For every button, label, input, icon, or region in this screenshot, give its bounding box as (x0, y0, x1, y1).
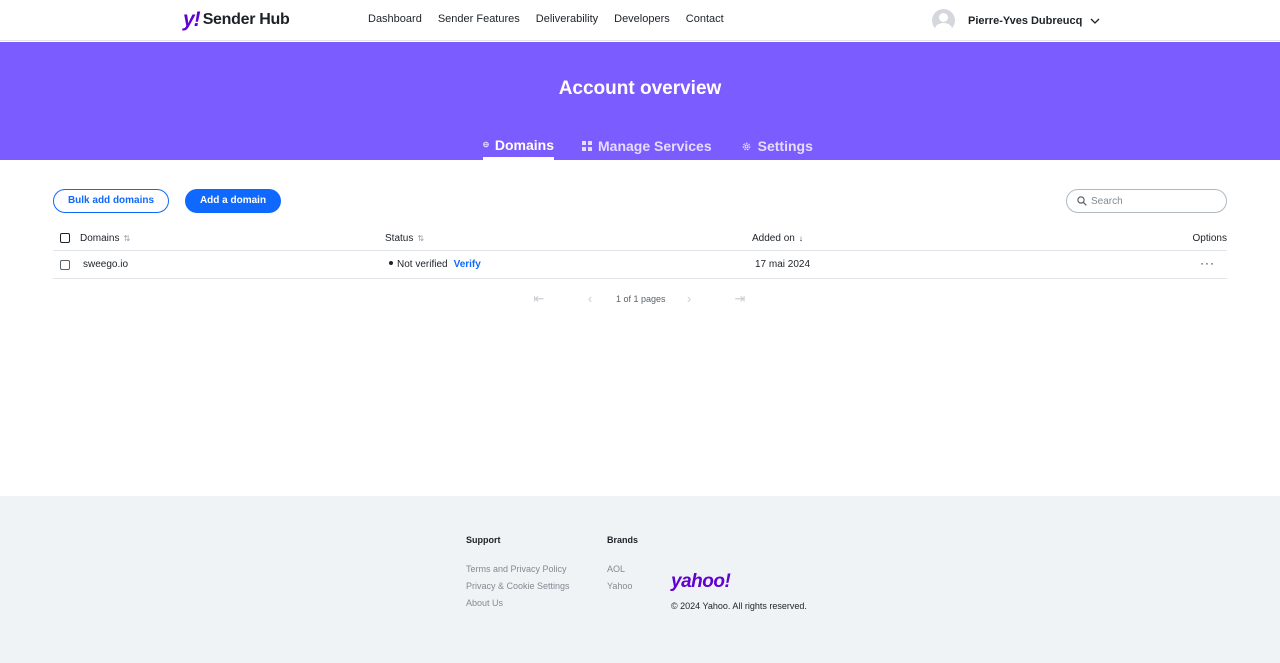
table-header: Domains ⇅ Status ⇅ Added on ↓ Options (53, 226, 1227, 251)
tab-label: Settings (757, 138, 813, 154)
sort-descending-icon: ↓ (798, 234, 803, 243)
tab-settings[interactable]: Settings (741, 132, 813, 160)
column-header-options: Options (1193, 233, 1227, 244)
column-label: Added on (752, 233, 795, 244)
added-on-cell: 17 mai 2024 (755, 259, 811, 270)
tab-label: Domains (494, 136, 554, 153)
footer: Support Terms and Privacy Policy Privacy… (0, 496, 1280, 663)
first-page-icon[interactable]: ⇤ (533, 292, 545, 306)
column-header-status[interactable]: Status ⇅ (385, 233, 424, 244)
sort-icon: ⇅ (123, 234, 131, 243)
tab-manage-services[interactable]: Manage Services (582, 132, 712, 160)
page-indicator: 1 of 1 pages (616, 294, 666, 304)
more-options-icon[interactable]: ··· (1200, 256, 1215, 270)
column-label: Status (385, 233, 414, 244)
pagination: ⇤ ‹ 1 of 1 pages › ⇥ (533, 292, 747, 306)
footer-link-privacy-settings[interactable]: Privacy & Cookie Settings (466, 582, 570, 591)
page-title: Account overview (558, 78, 722, 99)
search-box (1066, 189, 1227, 213)
tab-domains[interactable]: Domains (483, 132, 554, 160)
select-all-checkbox[interactable] (60, 233, 70, 243)
footer-brands-column: Brands AOL Yahoo (607, 535, 638, 599)
domain-cell: sweego.io (83, 259, 129, 270)
sort-icon: ⇅ (417, 234, 425, 243)
status-dot-icon (389, 261, 393, 266)
top-navbar: y! Sender Hub Dashboard Sender Features … (0, 0, 1280, 41)
footer-link-aol[interactable]: AOL (607, 565, 638, 574)
copyright-text: © 2024 Yahoo. All rights reserved. (671, 601, 807, 611)
add-domain-button[interactable]: Add a domain (185, 189, 281, 213)
chevron-down-icon (1090, 18, 1100, 24)
user-menu[interactable]: Pierre-Yves Dubreucq (932, 9, 1100, 32)
column-header-added-on[interactable]: Added on ↓ (752, 233, 803, 244)
column-label: Domains (80, 233, 120, 244)
footer-link-terms[interactable]: Terms and Privacy Policy (466, 565, 570, 574)
avatar (932, 9, 955, 32)
logo-text: Sender Hub (202, 11, 290, 28)
yahoo-logo-mark: y! (183, 8, 201, 31)
footer-link-about[interactable]: About Us (466, 599, 570, 608)
footer-heading: Support (466, 535, 501, 545)
search-input[interactable] (1091, 193, 1221, 209)
verify-link[interactable]: Verify (454, 259, 481, 270)
main-nav: Dashboard Sender Features Deliverability… (368, 13, 724, 25)
nav-sender-features[interactable]: Sender Features (438, 13, 520, 25)
bulk-add-domains-button[interactable]: Bulk add domains (53, 189, 169, 213)
table-row[interactable]: sweego.io Not verified Verify 17 mai 2024… (53, 251, 1227, 279)
globe-icon (483, 141, 489, 148)
domains-table: Domains ⇅ Status ⇅ Added on ↓ Options sweeg… (53, 226, 1227, 279)
hero-banner: Account overview Domains Manage Services… (0, 42, 1280, 160)
sender-hub-logo[interactable]: y! Sender Hub (183, 8, 290, 32)
tab-bar: Domains Manage Services Settings (483, 132, 813, 160)
row-checkbox[interactable] (60, 260, 70, 270)
last-page-icon[interactable]: ⇥ (734, 292, 746, 306)
footer-heading: Brands (607, 535, 639, 545)
yahoo-logo[interactable]: yahoo! (671, 571, 731, 593)
footer-link-yahoo[interactable]: Yahoo (607, 582, 638, 591)
search-icon (1077, 196, 1087, 206)
nav-deliverability[interactable]: Deliverability (536, 13, 598, 25)
column-label: Options (1192, 233, 1227, 244)
nav-contact[interactable]: Contact (686, 13, 724, 25)
nav-dashboard[interactable]: Dashboard (368, 13, 422, 25)
next-page-icon[interactable]: › (683, 292, 695, 306)
grid-icon (582, 141, 592, 151)
footer-support-column: Support Terms and Privacy Policy Privacy… (466, 535, 570, 616)
status-text: Not verified (397, 259, 448, 270)
nav-developers[interactable]: Developers (614, 13, 670, 25)
gear-icon (742, 142, 750, 150)
previous-page-icon[interactable]: ‹ (584, 292, 596, 306)
status-cell: Not verified Verify (389, 259, 481, 270)
column-header-domains[interactable]: Domains ⇅ (80, 233, 130, 244)
tab-label: Manage Services (598, 138, 712, 154)
user-name: Pierre-Yves Dubreucq (968, 14, 1083, 27)
